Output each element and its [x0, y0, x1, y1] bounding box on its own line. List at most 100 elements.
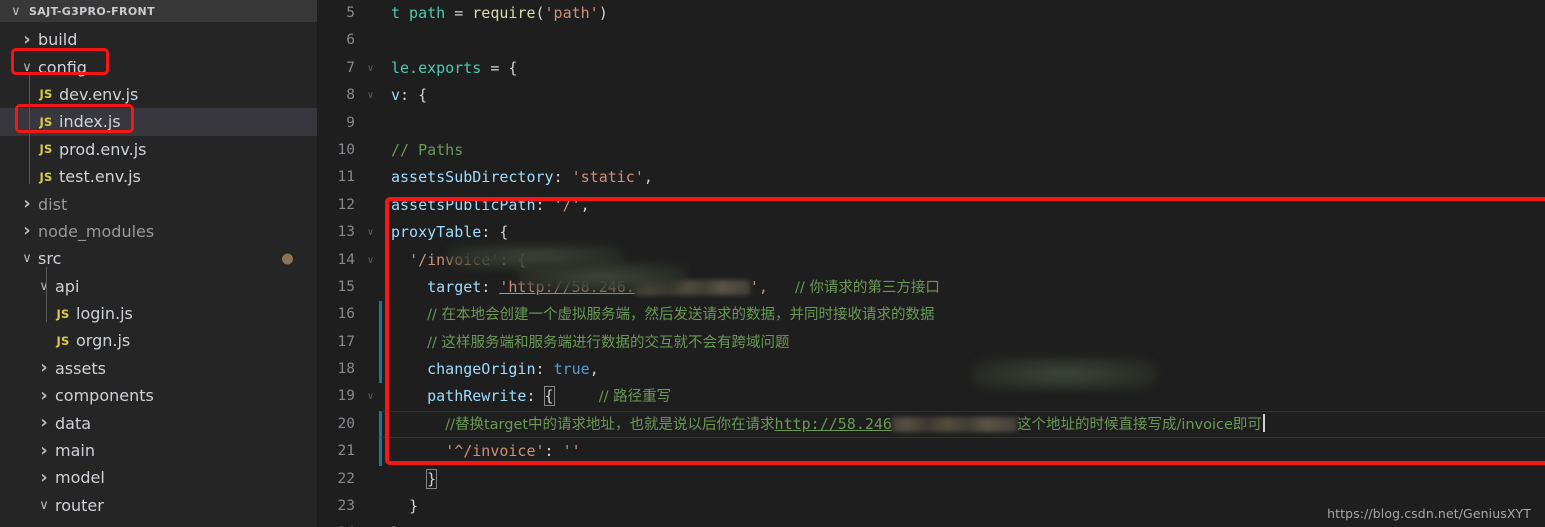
code-lines[interactable]: 5t path = require('path') 6 7 ∨ le.exports =… [317, 0, 1545, 527]
code-token: le.exports [391, 58, 482, 77]
tree-item-components[interactable]: components [0, 382, 317, 409]
tree-item-config[interactable]: config [0, 53, 317, 80]
code-line[interactable]: 18 changeOrigin: true, [317, 356, 1545, 384]
code-line[interactable]: 14 ∨ '/invoice': { [317, 247, 1545, 274]
javascript-file-icon: JS [56, 306, 70, 321]
code-line[interactable]: 15 target: 'http://58.246. ', // 你请求的第三方接… [317, 274, 1545, 301]
tree-item-dist[interactable]: dist [0, 190, 317, 217]
code-line[interactable]: 9 [317, 110, 1545, 137]
tree-item-label: dev.env.js [59, 84, 139, 104]
chevron-down-icon[interactable] [7, 5, 25, 18]
indent-guide [46, 267, 47, 322]
tree-item-prod-env-js[interactable]: JS prod.env.js [0, 136, 317, 163]
chevron-right-icon[interactable] [35, 387, 53, 405]
tree-item-main[interactable]: main [0, 437, 317, 464]
tree-item-orgn-js[interactable]: JS orgn.js [0, 327, 317, 354]
chevron-right-icon[interactable] [35, 442, 53, 460]
tree-item-router[interactable]: router [0, 492, 317, 519]
line-number: 6 [346, 32, 355, 49]
line-number: 21 [337, 443, 355, 460]
fold-chevron-icon[interactable]: ∨ [364, 55, 377, 82]
chevron-right-icon[interactable] [35, 359, 53, 377]
chevron-right-icon[interactable] [35, 469, 53, 487]
code-text: // 在本地会创建一个虚拟服务端，然后发送请求的数据，并同时接收请求的数据 [382, 301, 1545, 328]
chevron-down-icon[interactable] [35, 280, 53, 293]
chevron-down-icon[interactable] [35, 499, 53, 512]
chevron-right-icon[interactable] [18, 195, 36, 213]
fold-chevron-icon[interactable]: ∨ [364, 219, 377, 246]
code-line[interactable]: 17 // 这样服务端和服务端进行数据的交互就不会有跨域问题 [317, 328, 1545, 357]
tree-item-test-env-js[interactable]: JS test.env.js [0, 163, 317, 190]
code-editor[interactable]: 5t path = require('path') 6 7 ∨ le.exports =… [317, 0, 1545, 527]
line-number: 22 [337, 470, 355, 487]
tree-item-assets[interactable]: assets [0, 355, 317, 382]
code-token: 'http://58.246. [499, 277, 635, 296]
chevron-down-icon[interactable] [18, 61, 36, 74]
tree-item-label: test.env.js [59, 167, 141, 187]
project-name: SAJT-G3PRO-FRONT [29, 4, 155, 18]
code-line[interactable]: 11 assetsSubDirectory: 'static', [317, 164, 1545, 191]
csdn-watermark: https://blog.csdn.net/GeniusXYT [1327, 506, 1531, 521]
tree-item-api[interactable]: api [0, 273, 317, 300]
tree-item-data[interactable]: data [0, 409, 317, 436]
chevron-right-icon[interactable] [35, 414, 53, 432]
line-number: 13 [337, 224, 355, 241]
code-line[interactable]: 20 //替换target中的请求地址，也就是说以后你在请求http://58.… [317, 410, 1545, 439]
javascript-file-icon: JS [39, 142, 53, 157]
code-line[interactable]: 12 assetsPublicPath: '/', [317, 192, 1545, 219]
tree-item-login-js[interactable]: JS login.js [0, 300, 317, 327]
tree-item-src[interactable]: src [0, 245, 317, 272]
code-line[interactable]: 19 ∨ pathRewrite: { // 路径重写 [317, 383, 1545, 410]
code-line[interactable]: 16 // 在本地会创建一个虚拟服务端，然后发送请求的数据，并同时接收请求的数据 [317, 301, 1545, 329]
tree-item-model[interactable]: model [0, 464, 317, 491]
code-line[interactable]: 24}, [317, 520, 1545, 527]
fold-chevron-icon[interactable]: ∨ [364, 82, 377, 109]
line-number: 20 [337, 415, 355, 432]
code-line[interactable]: 13 ∨ proxyTable: { [317, 219, 1545, 246]
code-line[interactable]: 22 } [317, 466, 1545, 493]
explorer-sidebar: SAJT-G3PRO-FRONT build config JS dev.env.js… [0, 0, 317, 527]
code-token: : [526, 387, 545, 406]
code-text: v: { [382, 82, 1545, 109]
fold-chevron-icon[interactable]: ∨ [364, 247, 377, 274]
chevron-right-icon[interactable] [18, 31, 36, 49]
tree-item-label: config [38, 57, 87, 77]
tree-item-build[interactable]: build [0, 26, 317, 53]
tree-item-node_modules[interactable]: node_modules [0, 218, 317, 245]
code-token: : [553, 168, 572, 187]
tree-item-label: dist [38, 194, 68, 214]
code-token: : [544, 442, 563, 461]
code-token: } [409, 497, 419, 516]
explorer-root-header[interactable]: SAJT-G3PRO-FRONT [0, 0, 317, 22]
tree-item-index-js[interactable]: JS index.js [0, 108, 317, 136]
modified-dot-icon [282, 253, 293, 265]
tree-item-label: main [55, 441, 95, 461]
indent-guide [29, 75, 30, 184]
code-line[interactable]: 8 ∨ v: { [317, 82, 1545, 109]
fold-chevron-icon[interactable]: ∨ [364, 383, 377, 410]
chevron-right-icon[interactable] [18, 222, 36, 240]
code-token: proxyTable [391, 223, 482, 242]
code-line[interactable]: 5 t path = require('path') [317, 0, 1545, 27]
code-token: , [643, 168, 653, 187]
code-token: // 路径重写 [598, 389, 672, 406]
code-line[interactable]: 6 [317, 27, 1545, 54]
code-token: // 你请求的第三方接口 [795, 279, 940, 296]
tree-item-dev-env-js[interactable]: JS dev.env.js [0, 81, 317, 108]
code-line[interactable]: 10 // Paths [317, 137, 1545, 164]
code-line[interactable]: 21 '^/invoice': '' [317, 438, 1545, 466]
code-text: changeOrigin: true, [382, 356, 1545, 383]
code-line[interactable]: 7 ∨ le.exports = { [317, 55, 1545, 82]
code-token: : { [499, 250, 527, 269]
chevron-down-icon[interactable] [18, 252, 36, 265]
tree-item-label: index.js [59, 112, 121, 132]
line-number: 18 [337, 361, 355, 378]
code-token: : [535, 360, 554, 379]
